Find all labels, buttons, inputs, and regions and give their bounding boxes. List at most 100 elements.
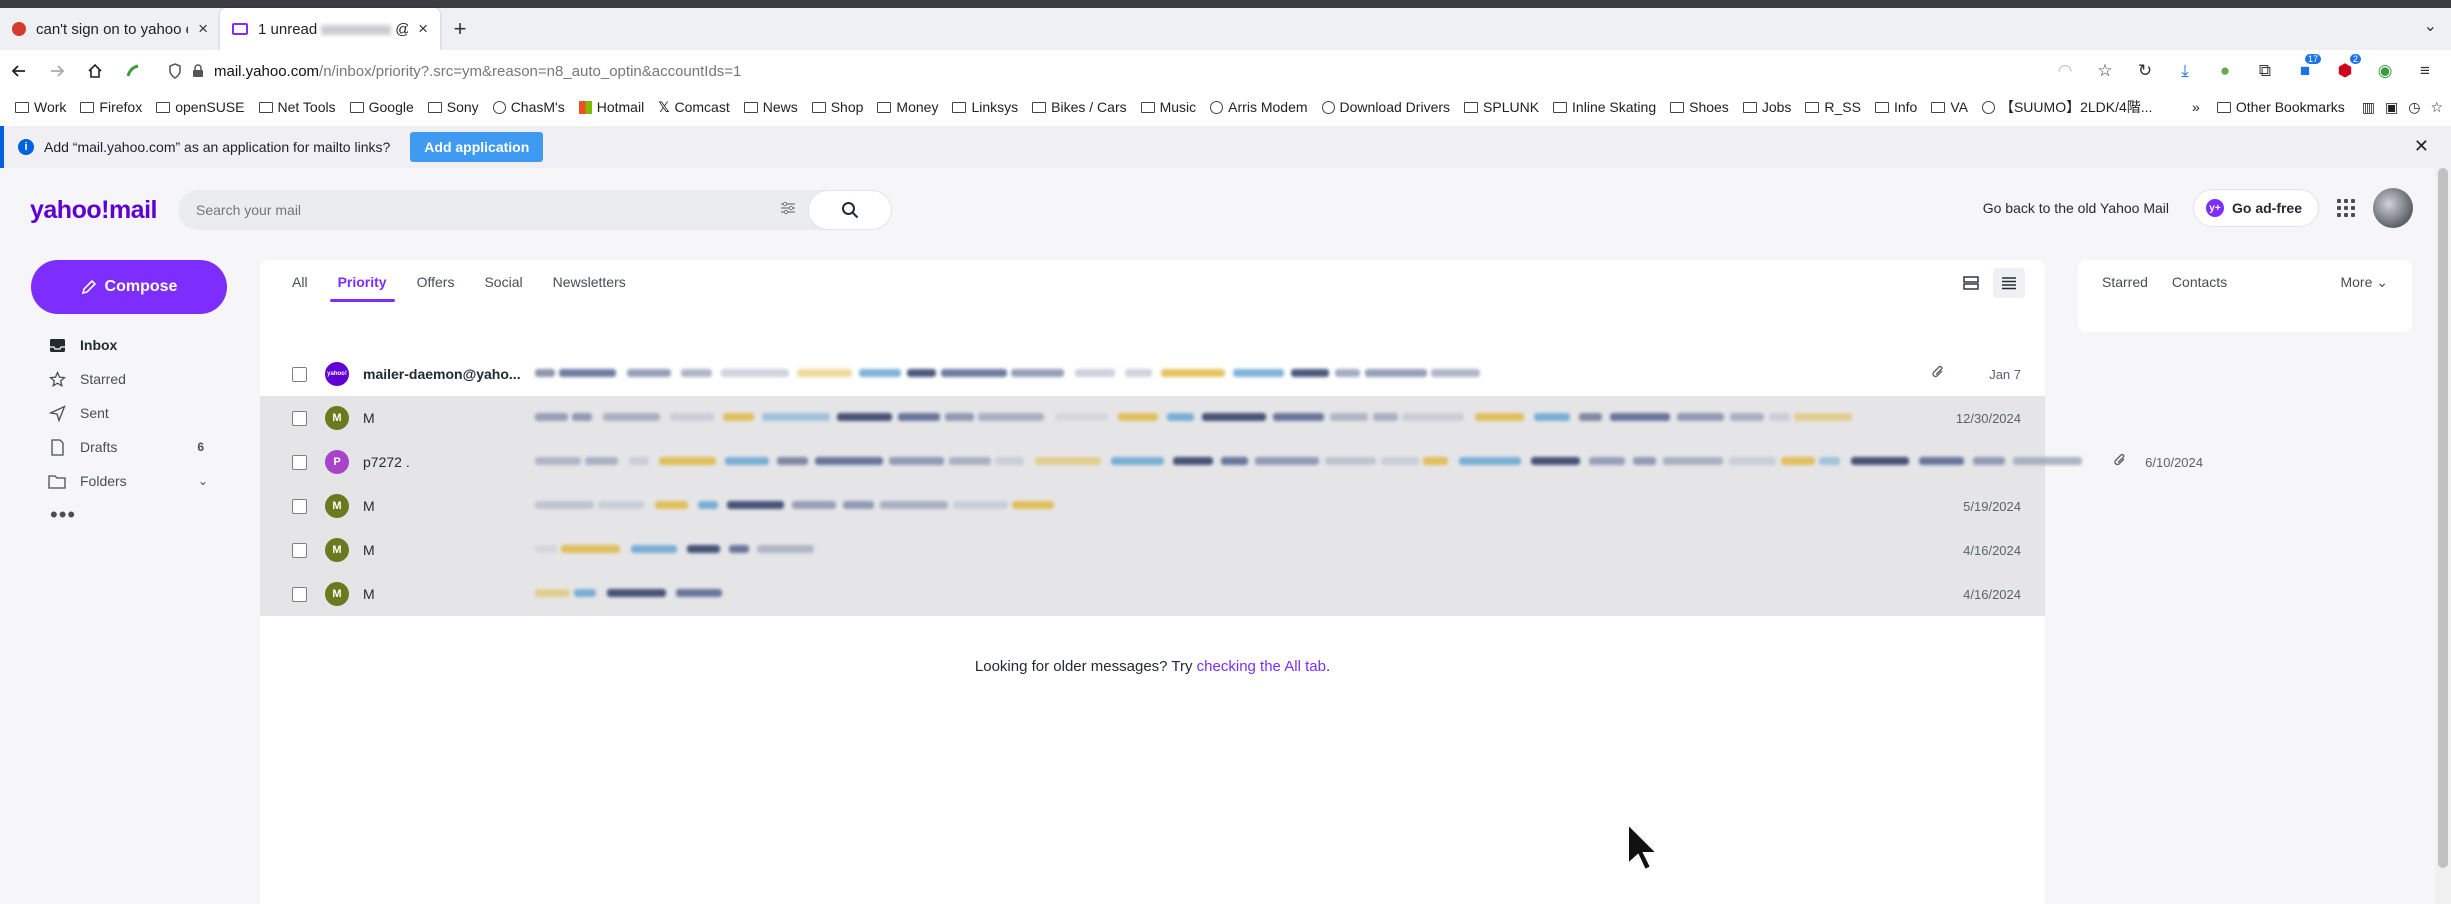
chevron-more-icon[interactable]: » <box>2192 99 2200 115</box>
back-button[interactable] <box>0 52 38 90</box>
bookmark-item[interactable]: Firefox <box>73 99 149 115</box>
bookmark-item[interactable]: R_SS <box>1798 99 1868 115</box>
message-checkbox[interactable] <box>292 498 307 514</box>
redacted-text <box>843 501 874 509</box>
bookmark-item[interactable]: Shop <box>805 99 871 115</box>
adblock-icon[interactable]: ⬢ 2 <box>2327 52 2363 90</box>
bookmark-item[interactable]: Linksys <box>945 99 1025 115</box>
redacted-text <box>598 501 644 509</box>
all-tab-link[interactable]: checking the All tab <box>1197 658 1326 675</box>
browser-tab-1[interactable]: can't sign on to yahoo ema × <box>0 8 220 50</box>
bookmark-item[interactable]: Sony <box>421 99 486 115</box>
go-back-old-mail-link[interactable]: Go back to the old Yahoo Mail <box>1977 200 2175 216</box>
tab-list-chevron-icon[interactable]: ⌄ <box>2424 16 2437 36</box>
search-input[interactable] <box>178 202 768 218</box>
close-icon[interactable]: ✕ <box>2414 136 2429 157</box>
other-bookmarks[interactable]: Other Bookmarks <box>2210 99 2352 115</box>
sidebar-item-inbox[interactable]: Inbox <box>48 328 218 362</box>
extension-circle-icon[interactable]: ◉ <box>2367 52 2403 90</box>
menu-hamburger-icon[interactable]: ≡ <box>2407 52 2443 90</box>
bookmark-item[interactable]: Inline Skating <box>1546 99 1663 115</box>
sidebar-item-sent[interactable]: Sent <box>48 396 218 430</box>
search-filter-icon[interactable] <box>768 201 808 220</box>
sidebar-item-folders[interactable]: Folders ⌄ <box>48 464 218 498</box>
sidebar-item-starred[interactable]: Starred <box>48 362 218 396</box>
profile-avatar[interactable] <box>2373 188 2413 228</box>
bookmark-item[interactable]: Google <box>343 99 421 115</box>
message-checkbox[interactable] <box>292 366 307 382</box>
message-checkbox[interactable] <box>292 410 307 426</box>
new-tab-button[interactable]: + <box>440 8 480 50</box>
bookmark-item[interactable]: ChasM's <box>486 99 572 115</box>
page-scrollbar[interactable] <box>2435 168 2451 904</box>
bookmark-item[interactable]: Info <box>1868 99 1924 115</box>
rail-tab-contacts[interactable]: Contacts <box>2172 274 2227 290</box>
synced-tabs-icon[interactable]: ▣ <box>2385 99 2398 116</box>
extensions-puzzle-icon[interactable]: ⧉ <box>2247 52 2283 90</box>
bookmark-star-icon[interactable]: ☆ <box>2087 52 2123 90</box>
tracking-shield-icon[interactable] <box>168 63 182 79</box>
apps-grid-icon[interactable] <box>2337 199 2355 217</box>
message-row[interactable]: M M 4/16/2024 <box>260 572 2045 616</box>
bookmark-item[interactable]: 【SUUMO】2LDK/4階... <box>1975 97 2159 117</box>
browser-tab-2[interactable]: 1 unread@yahoo × <box>220 8 440 50</box>
message-row[interactable]: M M 5/19/2024 <box>260 484 2045 528</box>
message-row[interactable]: Pp7272 . 6/10/2024 <box>260 440 2203 484</box>
bookmark-star-icon[interactable]: ☆ <box>2430 99 2443 116</box>
bookmark-item[interactable]: Money <box>870 99 945 115</box>
list-view-button[interactable] <box>1993 268 2025 298</box>
yahoo-mail-logo[interactable]: yahoo!mail <box>30 196 157 225</box>
bookmark-item[interactable]: Download Drivers <box>1315 99 1457 115</box>
home-button[interactable] <box>76 52 114 90</box>
bookmark-item[interactable]: SPLUNK <box>1457 99 1546 115</box>
tab-offers[interactable]: Offers <box>417 260 455 304</box>
message-checkbox[interactable] <box>292 542 307 558</box>
sidebar-item-drafts[interactable]: Drafts 6 <box>48 430 218 464</box>
search-button[interactable] <box>808 190 892 230</box>
address-bar[interactable]: mail.yahoo.com/n/inbox/priority?.src=ym&… <box>160 54 2039 88</box>
bookmark-item[interactable]: Arris Modem <box>1203 99 1314 115</box>
rail-more-dropdown[interactable]: More ⌄ <box>2340 274 2388 291</box>
bookmark-item[interactable]: Hotmail <box>572 99 651 115</box>
extension-badge-count: 17 <box>2304 54 2321 64</box>
message-checkbox[interactable] <box>292 454 307 470</box>
message-row[interactable]: M M 12/30/2024 <box>260 396 2045 440</box>
bookmark-item[interactable]: Jobs <box>1736 99 1799 115</box>
bookmark-item[interactable]: News <box>737 99 805 115</box>
extension-blue-icon[interactable]: ■ 17 <box>2287 52 2323 90</box>
message-row[interactable]: yahoo! mailer-daemon@yaho... Jan 7 <box>260 352 2045 396</box>
history-icon[interactable]: ◷ <box>2408 99 2420 116</box>
bookmark-item[interactable]: VA <box>1924 99 1975 115</box>
bookmark-item[interactable]: Work <box>8 99 73 115</box>
reload-button[interactable]: ↻ <box>2127 52 2163 90</box>
more-folders-button[interactable]: ••• <box>48 498 218 532</box>
bookmark-item[interactable]: Net Tools <box>252 99 343 115</box>
sidebar-toggle-icon[interactable]: ▥ <box>2362 99 2375 116</box>
bookmark-item[interactable]: Shoes <box>1663 99 1736 115</box>
message-row[interactable]: M M 4/16/2024 <box>260 528 2045 572</box>
reader-view-icon[interactable]: ◠ <box>2047 52 2083 90</box>
extension-arrow-icon[interactable] <box>114 52 152 90</box>
tab-priority[interactable]: Priority <box>329 260 395 304</box>
tab-newsletters[interactable]: Newsletters <box>553 260 626 304</box>
close-tab-icon[interactable]: × <box>198 19 208 39</box>
close-tab-icon[interactable]: × <box>418 19 428 39</box>
message-checkbox[interactable] <box>292 586 307 602</box>
chevron-down-icon[interactable]: ⌄ <box>198 474 208 488</box>
compose-button[interactable]: Compose <box>31 260 227 314</box>
bookmark-item[interactable]: 𝕏 Comcast <box>651 99 737 116</box>
split-view-button[interactable] <box>1955 268 1987 298</box>
downloads-icon[interactable]: ⤓ <box>2167 52 2203 90</box>
tab-social[interactable]: Social <box>484 260 522 304</box>
scrollbar-thumb[interactable] <box>2438 168 2448 868</box>
go-ad-free-button[interactable]: y+ Go ad-free <box>2192 189 2319 227</box>
bookmark-item[interactable]: Bikes / Cars <box>1025 99 1133 115</box>
bookmark-item[interactable]: openSUSE <box>149 99 251 115</box>
add-application-button[interactable]: Add application <box>410 132 544 162</box>
tab-all[interactable]: All <box>292 260 308 304</box>
rail-tab-starred[interactable]: Starred <box>2102 274 2148 290</box>
forward-button[interactable] <box>38 52 76 90</box>
lock-icon[interactable] <box>192 64 204 78</box>
bookmark-item[interactable]: Music <box>1134 99 1204 115</box>
extension-green-icon[interactable]: ● <box>2207 52 2243 90</box>
